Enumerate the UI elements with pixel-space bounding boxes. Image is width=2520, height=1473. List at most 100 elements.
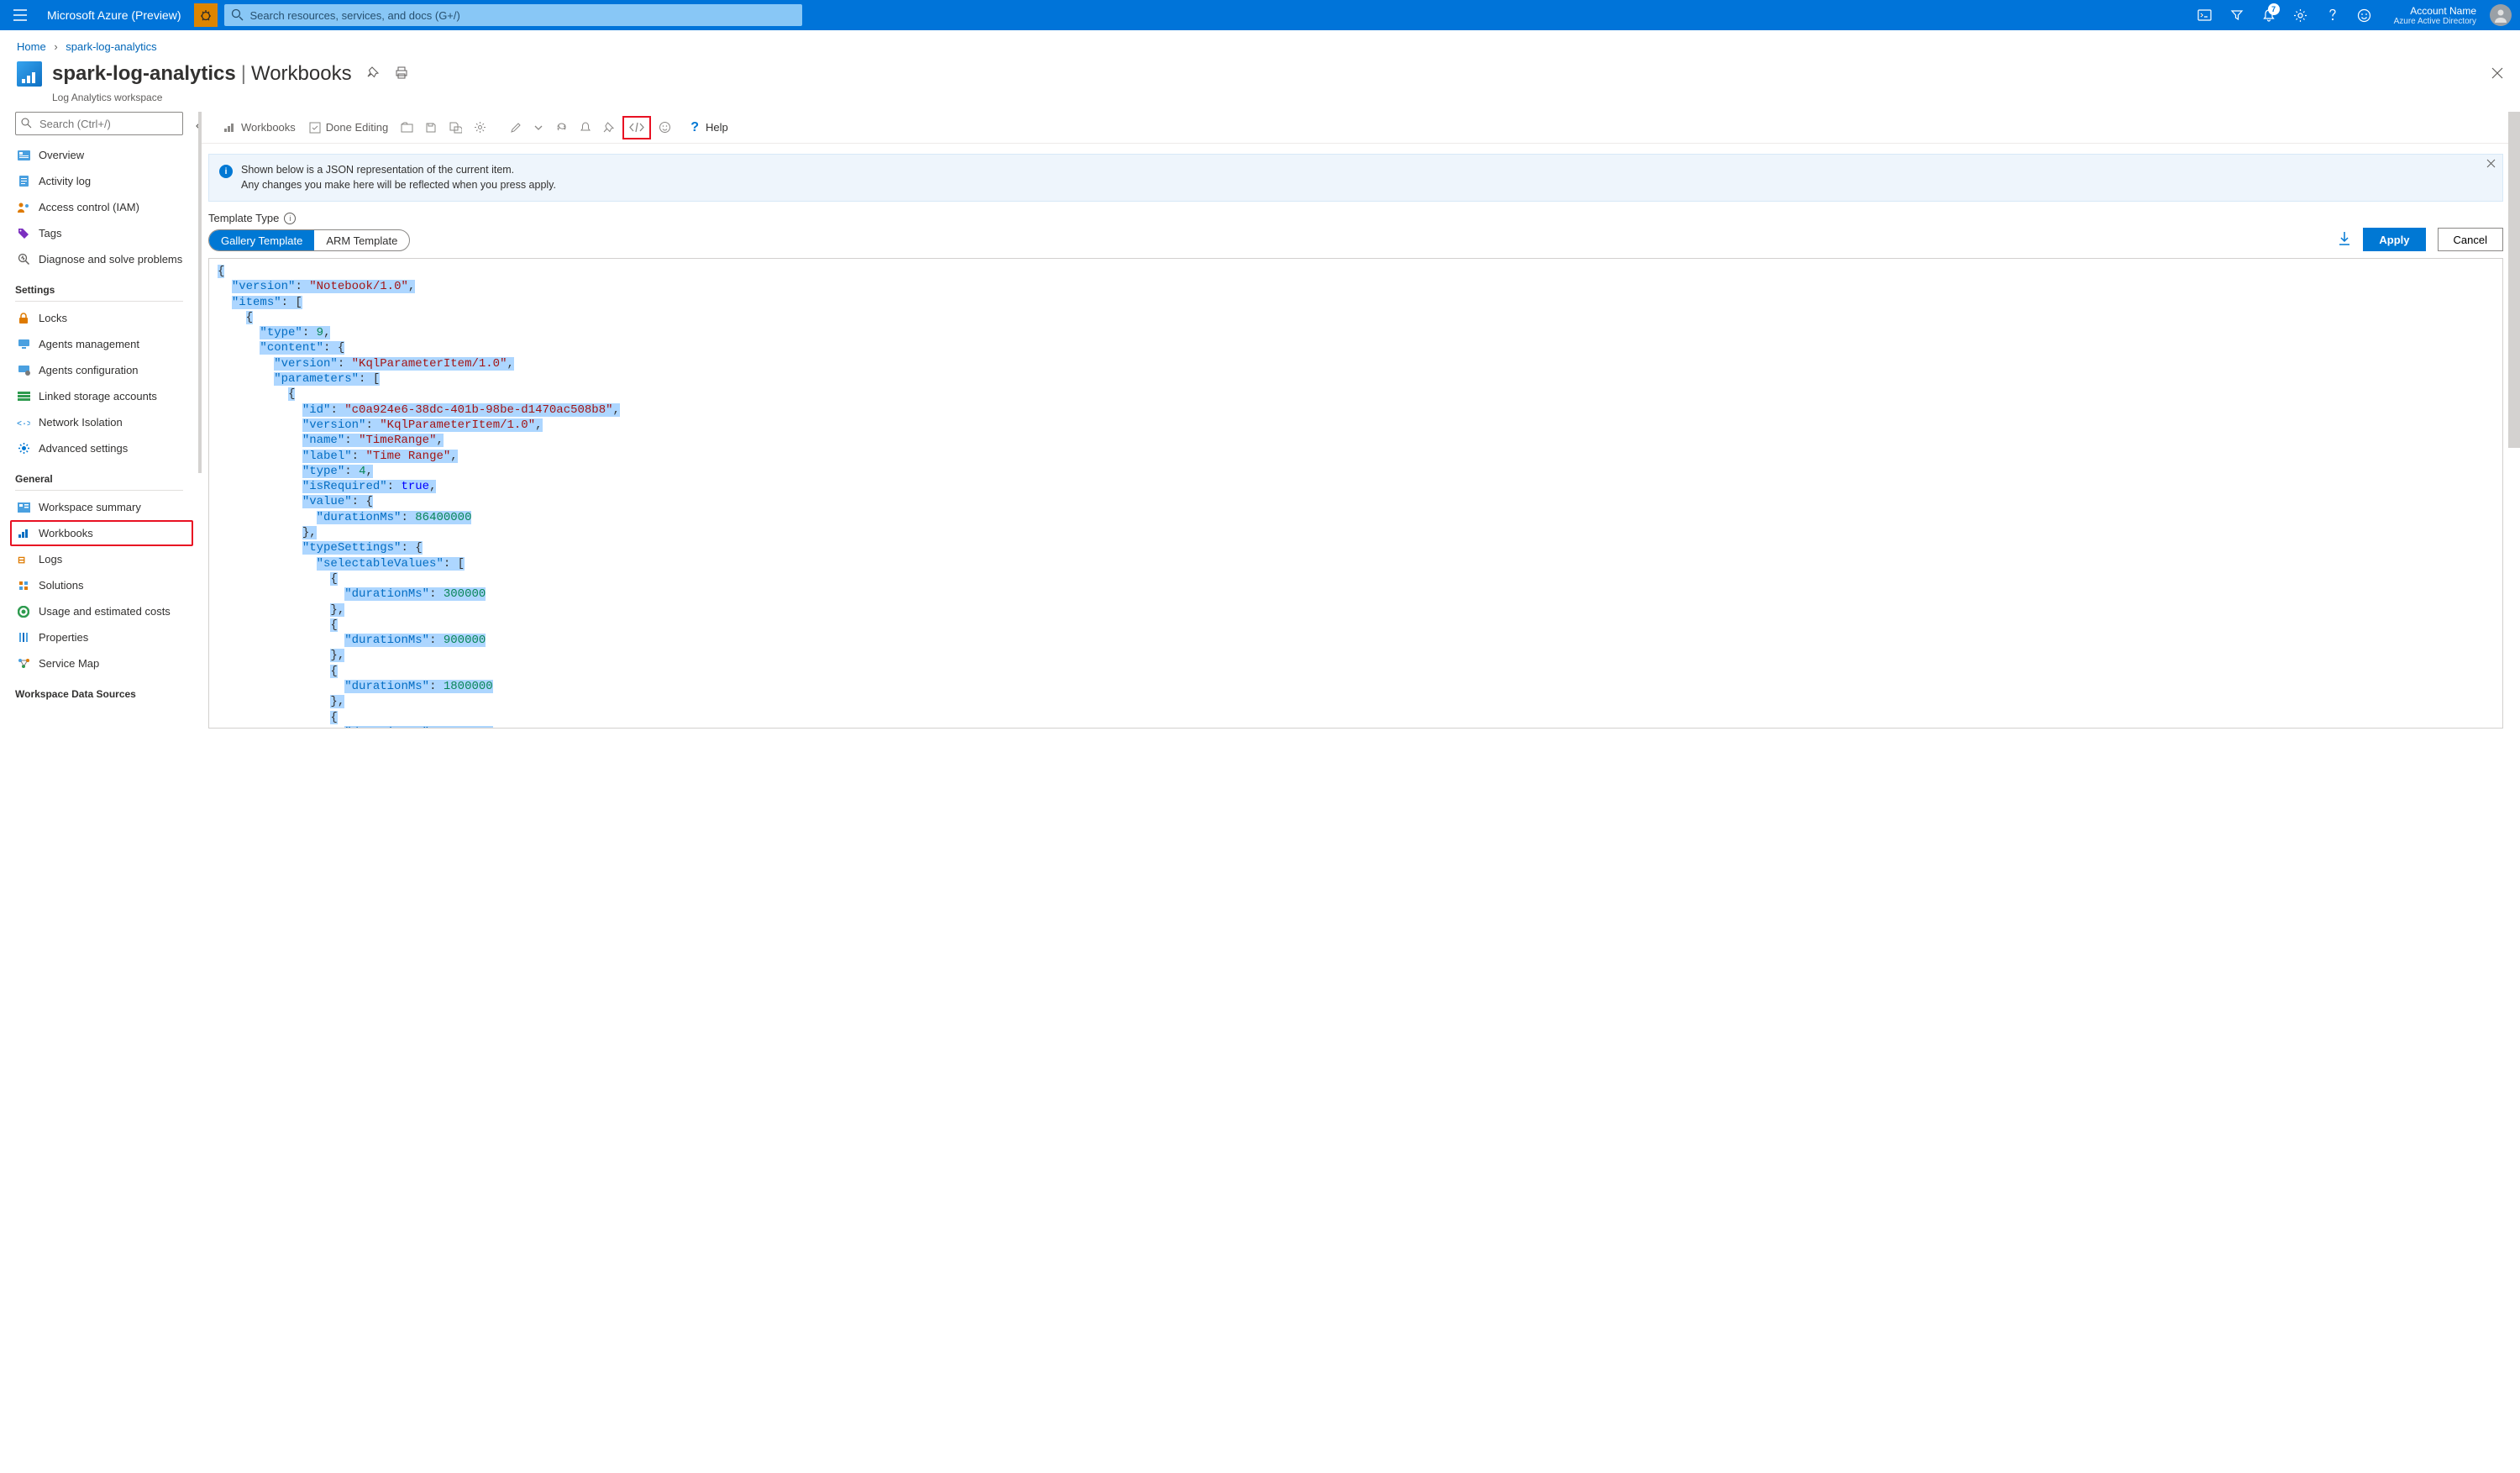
sidebar-item-linked-storage[interactable]: Linked storage accounts — [15, 383, 198, 409]
sidebar-item-access-control[interactable]: Access control (IAM) — [15, 194, 198, 220]
chart-icon — [223, 122, 236, 133]
tb-done-editing[interactable]: Done Editing — [304, 116, 393, 139]
sidebar-item-diagnose[interactable]: Diagnose and solve problems — [15, 246, 198, 272]
print-button[interactable] — [395, 66, 408, 82]
sidebar-item-activity-log[interactable]: Activity log — [15, 168, 198, 194]
info-banner: i Shown below is a JSON representation o… — [208, 154, 2503, 202]
sidebar-item-network-isolation[interactable]: <·>Network Isolation — [15, 409, 198, 435]
tb-open[interactable] — [396, 116, 417, 139]
breadcrumb: Home › spark-log-analytics — [0, 30, 2520, 53]
apply-button[interactable]: Apply — [2363, 228, 2425, 251]
cloud-shell-button[interactable] — [2189, 0, 2221, 30]
settings-button[interactable] — [2285, 0, 2317, 30]
close-banner-button[interactable] — [2486, 158, 2496, 171]
tb-dropdown[interactable] — [529, 116, 548, 139]
sidebar-item-agents-config[interactable]: Agents configuration — [15, 357, 198, 383]
download-button[interactable] — [2338, 231, 2351, 249]
page-title-row: spark-log-analytics | Workbooks — [0, 53, 2520, 92]
gear-icon — [474, 121, 486, 134]
notifications-button[interactable]: 7 — [2253, 0, 2285, 30]
content-scrollbar[interactable] — [2508, 112, 2520, 448]
tb-edit[interactable] — [506, 116, 526, 139]
cloud-shell-icon — [2197, 9, 2212, 21]
sidebar-group-settings: Settings — [15, 284, 183, 302]
sidebar-item-advanced-settings[interactable]: Advanced settings — [15, 435, 198, 461]
tb-workbooks[interactable]: Workbooks — [218, 116, 301, 139]
sidebar-item-workspace-summary[interactable]: Workspace summary — [15, 494, 198, 520]
tb-pin[interactable] — [599, 116, 619, 139]
directories-button[interactable] — [2221, 0, 2253, 30]
gear-icon — [2293, 8, 2307, 23]
pill-gallery-template[interactable]: Gallery Template — [209, 230, 314, 250]
pill-arm-template[interactable]: ARM Template — [314, 230, 409, 250]
sidebar-item-workbooks[interactable]: Workbooks — [10, 520, 193, 546]
close-blade-button[interactable] — [2491, 67, 2503, 82]
done-icon — [309, 122, 321, 134]
save-icon — [425, 122, 437, 134]
download-icon — [2338, 231, 2351, 246]
hamburger-menu[interactable] — [0, 9, 40, 21]
saveas-icon — [449, 121, 462, 134]
info-icon: i — [219, 165, 233, 178]
svg-text:<·>: <·> — [17, 420, 30, 427]
avatar[interactable] — [2490, 4, 2512, 26]
search-icon — [231, 8, 244, 21]
question-icon — [2328, 8, 2337, 22]
brand-label[interactable]: Microsoft Azure (Preview) — [40, 8, 194, 22]
tb-save[interactable] — [421, 116, 441, 139]
top-header-bar: Microsoft Azure (Preview) 7 Account N — [0, 0, 2520, 30]
page-subtitle: Log Analytics workspace — [0, 92, 2520, 112]
cancel-button[interactable]: Cancel — [2438, 228, 2503, 251]
template-type-label: Template Type — [208, 212, 279, 224]
breadcrumb-resource[interactable]: spark-log-analytics — [66, 40, 156, 53]
template-type-toggle: Gallery Template ARM Template — [208, 229, 410, 251]
title-resource: spark-log-analytics — [52, 62, 236, 86]
template-type-row: Template Type i Gallery Template ARM Temp… — [202, 202, 2520, 251]
tb-settings[interactable] — [470, 116, 491, 139]
tb-feedback[interactable] — [654, 116, 675, 139]
close-icon — [2486, 159, 2496, 168]
global-search-input[interactable] — [224, 4, 802, 26]
sidebar-item-overview[interactable]: Overview — [15, 142, 198, 168]
svg-text:⊟: ⊟ — [18, 555, 25, 566]
bell-icon — [580, 121, 591, 134]
sidebar-group-general: General — [15, 473, 183, 491]
pin-icon — [367, 66, 380, 79]
sidebar-item-properties[interactable]: Properties — [15, 624, 198, 650]
open-icon — [401, 122, 413, 133]
account-name: Account Name — [2394, 5, 2476, 17]
sidebar-group-wds: Workspace Data Sources — [15, 688, 183, 705]
tb-alert[interactable] — [575, 116, 596, 139]
smiley-icon — [659, 121, 671, 134]
help-button[interactable] — [2317, 0, 2349, 30]
sidebar-item-agents-mgmt[interactable]: Agents management — [15, 331, 198, 357]
tb-help[interactable]: ?Help — [690, 120, 728, 135]
sidebar-item-locks[interactable]: Locks — [15, 305, 198, 331]
pin-button[interactable] — [367, 66, 380, 82]
pin-icon — [603, 122, 615, 134]
breadcrumb-home[interactable]: Home — [17, 40, 46, 53]
tb-saveas[interactable] — [444, 116, 466, 139]
code-icon — [629, 122, 644, 133]
person-icon — [2492, 7, 2509, 24]
smiley-icon — [2357, 8, 2371, 23]
preview-bug-button[interactable] — [194, 3, 218, 27]
sidebar-filter-input[interactable] — [15, 112, 183, 135]
sidebar-item-logs[interactable]: ⊟Logs — [15, 546, 198, 572]
info-line1: Shown below is a JSON representation of … — [241, 163, 556, 178]
filter-icon — [2230, 8, 2244, 22]
bug-icon — [199, 8, 213, 22]
account-menu[interactable]: Account Name Azure Active Directory — [2381, 5, 2481, 26]
feedback-button[interactable] — [2349, 0, 2381, 30]
json-code-editor[interactable]: { "version": "Notebook/1.0", "items": [ … — [208, 258, 2503, 729]
help-icon[interactable]: i — [284, 213, 296, 224]
sidebar-item-solutions[interactable]: Solutions — [15, 572, 198, 598]
tb-refresh[interactable] — [551, 116, 572, 139]
sidebar-item-tags[interactable]: Tags — [15, 220, 198, 246]
sidebar-item-service-map[interactable]: Service Map — [15, 650, 198, 676]
sidebar-item-usage-costs[interactable]: Usage and estimated costs — [15, 598, 198, 624]
tb-advanced-editor[interactable] — [622, 116, 651, 139]
info-line2: Any changes you make here will be reflec… — [241, 178, 556, 193]
title-section: Workbooks — [251, 62, 352, 86]
pencil-icon — [510, 122, 522, 134]
